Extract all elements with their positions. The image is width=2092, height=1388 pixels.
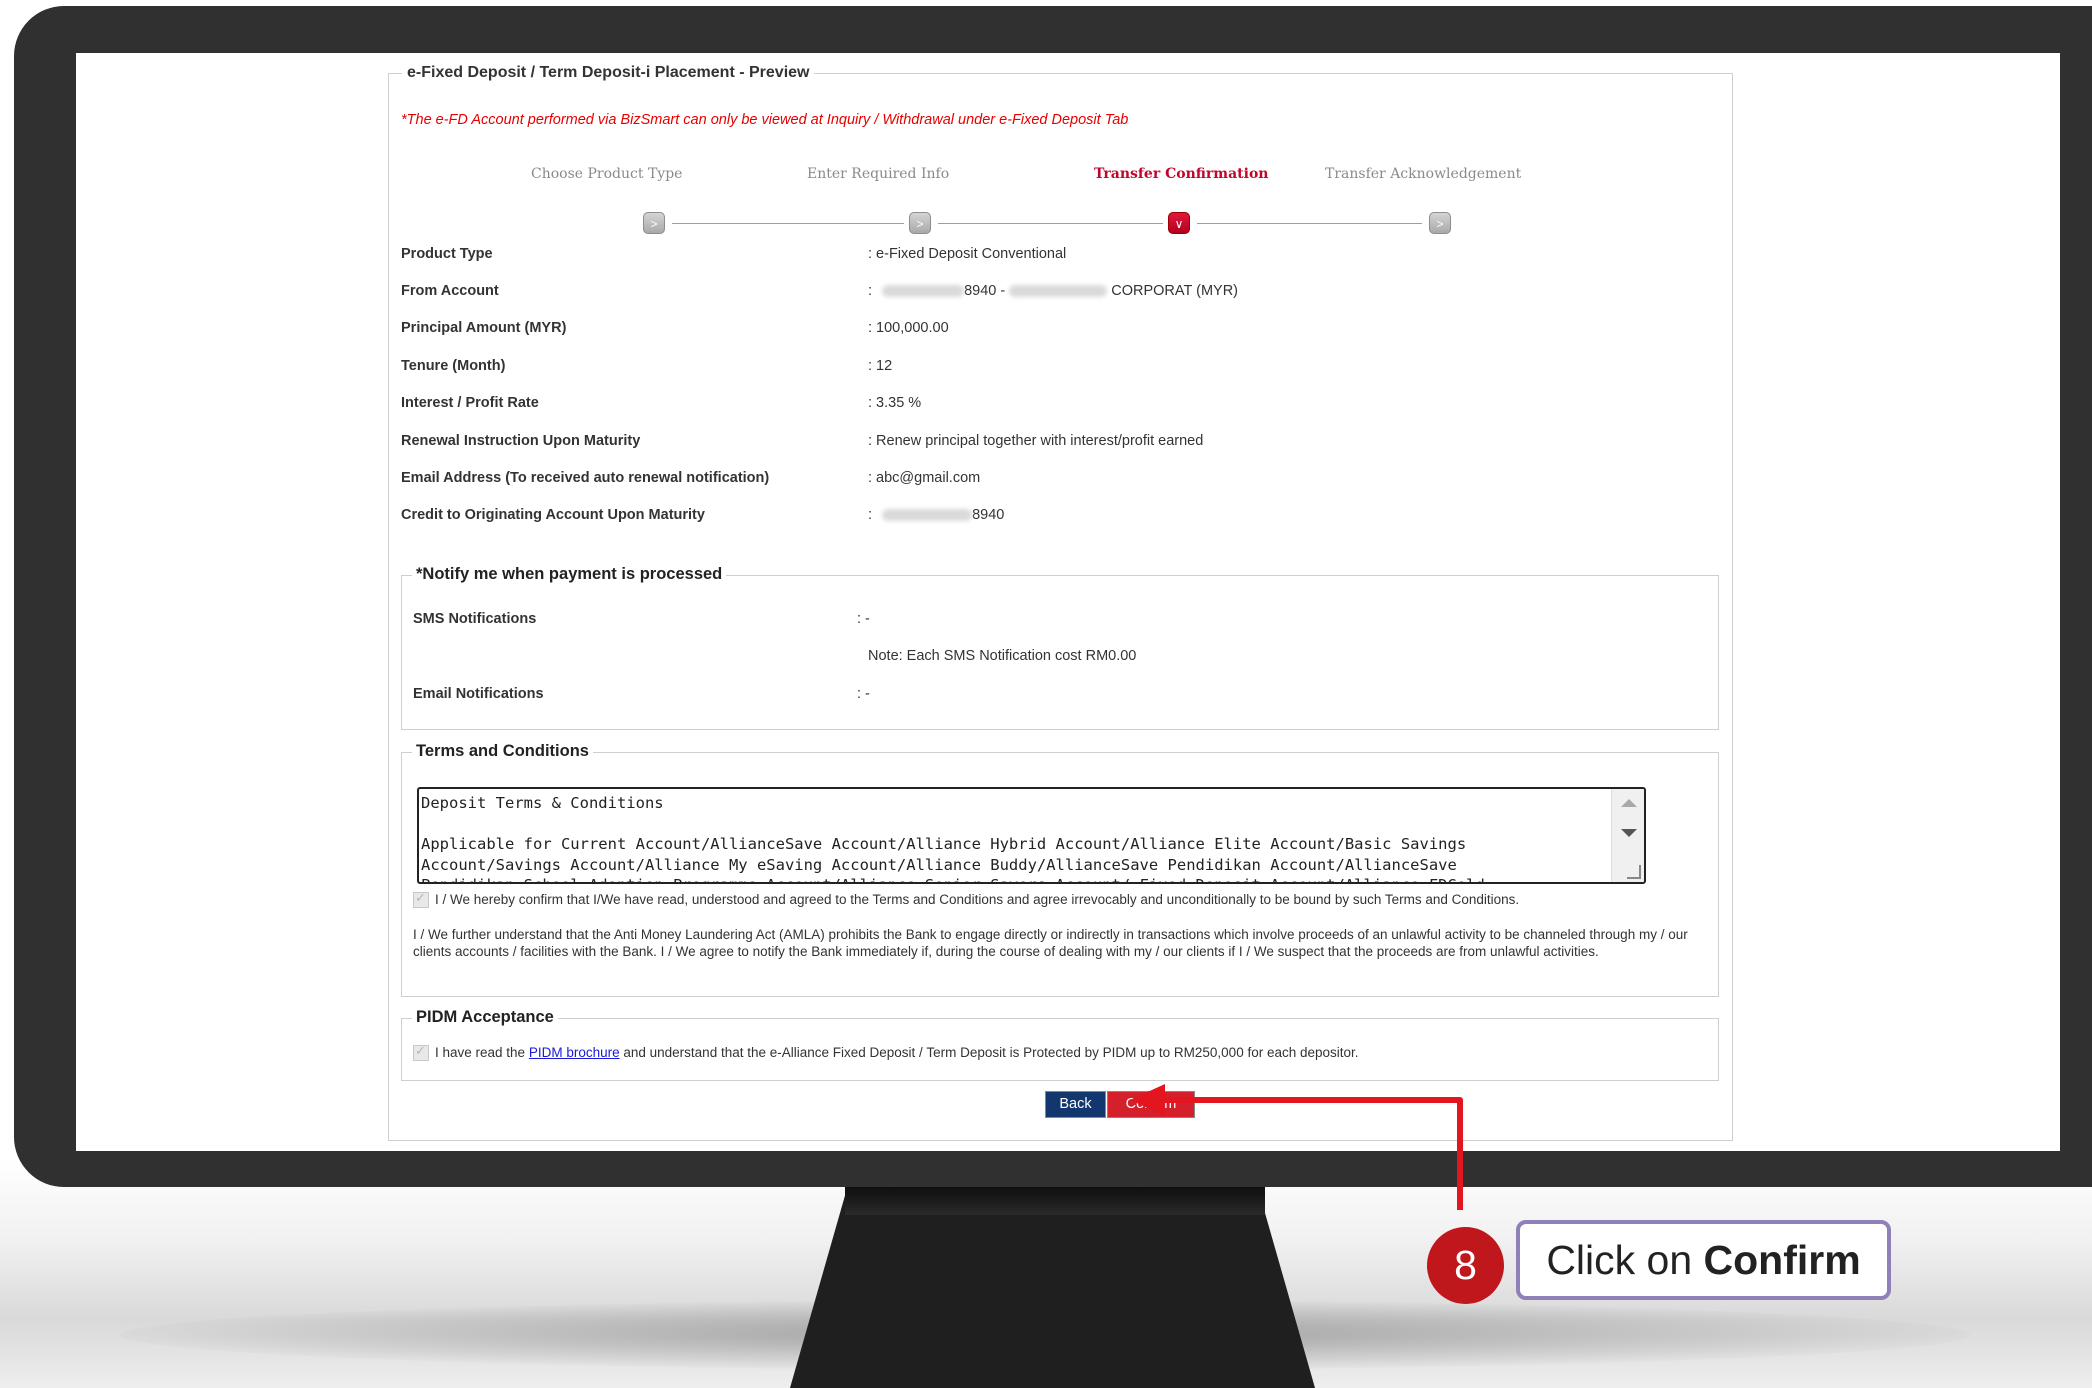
instruction-callout: Click on Confirm xyxy=(1516,1220,1891,1300)
callout-prefix: Click on xyxy=(1546,1237,1704,1283)
pointer-arrow xyxy=(1130,1084,1463,1210)
callout-bold: Confirm xyxy=(1703,1237,1861,1283)
arrow-head-icon xyxy=(1130,1084,1165,1116)
arrow-line xyxy=(1152,1097,1463,1210)
step-number-badge: 8 xyxy=(1427,1227,1504,1304)
